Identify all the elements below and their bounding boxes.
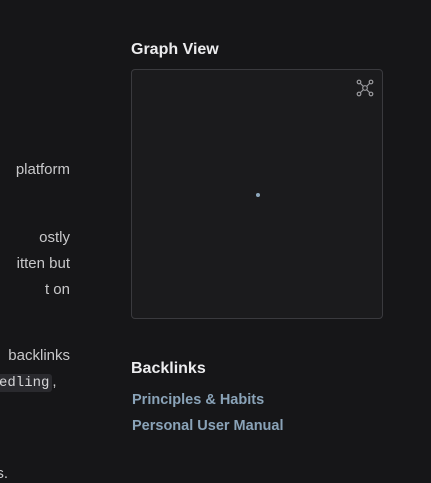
text-fragment: itten but (16, 255, 70, 272)
backlinks-list: Principles & Habits Personal User Manual (132, 388, 284, 440)
list-item: Principles & Habits (132, 388, 284, 414)
graph-view-panel[interactable] (131, 69, 383, 319)
text-fragment: platform (15, 161, 70, 178)
text-fragment: t on (44, 281, 70, 298)
backlink-personal-user-manual[interactable]: Personal User Manual (132, 418, 284, 434)
text-fragment-line: edling, (0, 372, 57, 393)
text-fragment: , (52, 373, 57, 390)
backlink-principles-habits[interactable]: Principles & Habits (132, 392, 264, 408)
text-fragment: ostly (39, 229, 70, 246)
backlinks-title: Backlinks (131, 360, 206, 377)
inline-code: edling (0, 374, 53, 392)
main-content-text: platform ostly itten but t on backlinks … (0, 0, 70, 483)
list-item: Personal User Manual (132, 414, 284, 440)
graph-network-icon[interactable] (355, 78, 375, 98)
text-fragment: s. (0, 465, 8, 482)
graph-node[interactable] (256, 193, 260, 197)
text-fragment: backlinks (8, 347, 70, 364)
graph-view-title: Graph View (131, 41, 219, 58)
